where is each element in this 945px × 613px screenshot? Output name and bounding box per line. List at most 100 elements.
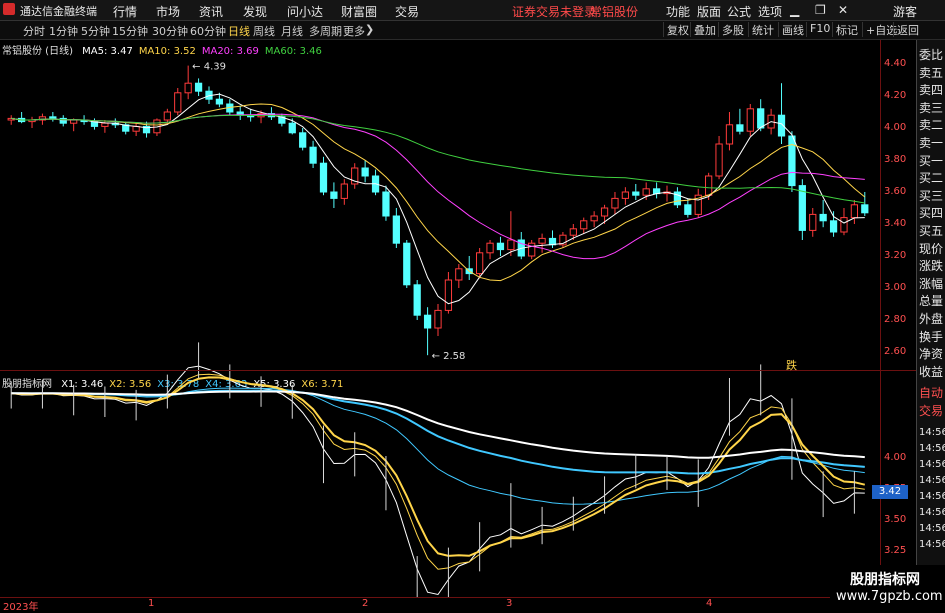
watermark-title: 股朋指标网 bbox=[850, 572, 920, 588]
candle-body-59 bbox=[621, 191, 629, 199]
price-tick-2: 4.00 bbox=[884, 122, 907, 133]
menu-right-3[interactable]: 选项 bbox=[758, 3, 782, 20]
high-label: ← 4.39 bbox=[192, 62, 226, 73]
menu-6[interactable]: 交易 bbox=[395, 3, 419, 20]
panel-13[interactable]: 涨幅 bbox=[919, 275, 943, 293]
candle-body-82 bbox=[861, 204, 869, 214]
period-tab-6[interactable]: 日线 bbox=[228, 23, 250, 39]
candle-body-46 bbox=[486, 242, 494, 254]
period-toolbar: 分时 1分钟 5分钟 15分钟 30分钟 60分钟 日线 周线 月线 多周期 更多 ❯ 复权 叠加 多股统… bbox=[0, 21, 945, 40]
price-tick-7: 3.00 bbox=[884, 282, 907, 293]
candle-body-65 bbox=[684, 204, 692, 215]
menu-4[interactable]: 问小达 bbox=[287, 3, 323, 20]
period-tab-5[interactable]: 60分钟 bbox=[190, 23, 226, 39]
toolbar-4[interactable]: 画线 bbox=[778, 22, 804, 37]
panel-bottom-0[interactable]: 自动 bbox=[919, 384, 943, 402]
panel-18[interactable]: 收益 bbox=[919, 363, 943, 381]
guest-label[interactable]: 游客 bbox=[893, 3, 917, 20]
candle-body-70 bbox=[736, 124, 744, 132]
candle-body-36 bbox=[382, 191, 390, 217]
close-icon[interactable]: ✕ bbox=[838, 3, 848, 17]
app-logo-icon bbox=[3, 3, 15, 15]
candle-body-43 bbox=[455, 268, 463, 281]
panel-5[interactable]: 卖一 bbox=[919, 134, 943, 152]
panel-2[interactable]: 卖四 bbox=[919, 81, 943, 99]
price-tick-6: 3.20 bbox=[884, 250, 907, 261]
candle-body-20 bbox=[215, 98, 224, 105]
candle-body-79 bbox=[829, 220, 838, 233]
more-chevron-icon[interactable]: ❯ bbox=[365, 23, 374, 36]
panel-4[interactable]: 卖二 bbox=[919, 116, 943, 134]
time-tick-1: 1 bbox=[148, 598, 155, 609]
toolbar-8[interactable]: 返回 bbox=[893, 22, 919, 37]
quote-side-panel: 委比 卖五 卖四 卖三 卖二 卖一 买一 买二 买三 买四 买五 现价 涨跌 涨幅 总量 外盘 换手 净资 收益自动… bbox=[916, 40, 945, 600]
restore-icon[interactable]: ❐ bbox=[815, 3, 826, 17]
time-tick-3: 3 bbox=[506, 598, 513, 609]
price-axis: 4.40 4.20 4.00 3.80 3.60 3.40 3.20 3.00 2.80 2.60… bbox=[880, 40, 917, 600]
die-marker: 跌 bbox=[786, 359, 797, 372]
period-tab-3[interactable]: 15分钟 bbox=[112, 23, 148, 39]
toolbar-6[interactable]: 标记 bbox=[832, 22, 858, 37]
candle-body-75 bbox=[788, 135, 796, 187]
candle-body-47 bbox=[496, 242, 505, 251]
period-tab-4[interactable]: 30分钟 bbox=[152, 23, 188, 39]
toolbar-0[interactable]: 复权 bbox=[663, 22, 689, 37]
panel-0[interactable]: 委比 bbox=[919, 46, 943, 64]
candle-body-30 bbox=[319, 162, 328, 193]
panel-6[interactable]: 买一 bbox=[919, 152, 943, 170]
time-tick-0: 2023年 bbox=[3, 602, 39, 613]
panel-3[interactable]: 卖三 bbox=[919, 99, 943, 117]
panel-17[interactable]: 净资 bbox=[919, 345, 943, 363]
stock-name-link[interactable]: 常铝股份 bbox=[590, 3, 638, 20]
candle-body-37 bbox=[392, 215, 400, 244]
current-indicator-tag: 3.42 bbox=[872, 485, 908, 499]
panel-15[interactable]: 外盘 bbox=[919, 310, 943, 328]
price-tick-9: 2.60 bbox=[884, 346, 907, 357]
toolbar-1[interactable]: 叠加 bbox=[690, 22, 716, 37]
panel-10[interactable]: 买五 bbox=[919, 222, 943, 240]
period-tab-8[interactable]: 月线 bbox=[281, 23, 303, 39]
watermark: 股朋指标网 www.7gpzb.com bbox=[830, 565, 945, 609]
candle-body-28 bbox=[299, 132, 307, 148]
period-tab-0[interactable]: 分时 bbox=[23, 23, 45, 39]
candle-body-80 bbox=[840, 217, 848, 233]
trade-login-status[interactable]: 证券交易未登录 bbox=[512, 3, 596, 20]
menu-5[interactable]: 财富圈 bbox=[341, 3, 377, 20]
menu-0[interactable]: 行情 bbox=[113, 3, 137, 20]
toolbar-3[interactable]: 统计 bbox=[748, 22, 774, 37]
panel-7[interactable]: 买二 bbox=[919, 169, 943, 187]
indicator-tick-2: 3.50 bbox=[884, 514, 907, 525]
indicator-tick-3: 3.25 bbox=[884, 545, 907, 556]
period-tab-10[interactable]: 更多 bbox=[343, 23, 365, 39]
time-axis: 2023年 1 2 3 4 bbox=[0, 597, 880, 613]
period-tab-7[interactable]: 周线 bbox=[253, 23, 275, 39]
menu-1[interactable]: 市场 bbox=[156, 3, 180, 20]
panel-8[interactable]: 买三 bbox=[919, 187, 943, 205]
panel-9[interactable]: 买四 bbox=[919, 204, 943, 222]
period-tab-9[interactable]: 多周期 bbox=[309, 23, 342, 39]
panel-16[interactable]: 换手 bbox=[919, 328, 943, 346]
menu-right-0[interactable]: 功能 bbox=[666, 3, 690, 20]
menu-right-2[interactable]: 公式 bbox=[727, 3, 751, 20]
panel-11[interactable]: 现价 bbox=[919, 240, 943, 258]
candle-body-31 bbox=[330, 191, 338, 199]
kline-chart[interactable]: ← 4.39 ← 2.58 bbox=[0, 40, 880, 597]
panel-1[interactable]: 卖五 bbox=[919, 64, 943, 82]
toolbar-2[interactable]: 多股 bbox=[718, 22, 744, 37]
candle-body-34 bbox=[361, 167, 369, 177]
candle-body-15 bbox=[163, 111, 171, 121]
candle-body-29 bbox=[309, 146, 317, 164]
minimize-icon[interactable]: ▁ bbox=[790, 3, 799, 17]
toolbar-7[interactable]: +自选 bbox=[862, 22, 897, 37]
indicator-tick-0: 4.00 bbox=[884, 452, 907, 463]
toolbar-5[interactable]: F10 bbox=[806, 22, 830, 37]
panel-bottom-1[interactable]: 交易 bbox=[919, 402, 943, 420]
candle-body-68 bbox=[715, 143, 723, 177]
menu-right-1[interactable]: 版面 bbox=[697, 3, 721, 20]
panel-12[interactable]: 涨跌 bbox=[919, 257, 943, 275]
menu-3[interactable]: 发现 bbox=[243, 3, 267, 20]
period-tab-1[interactable]: 1分钟 bbox=[49, 23, 78, 39]
period-tab-2[interactable]: 5分钟 bbox=[81, 23, 110, 39]
menu-2[interactable]: 资讯 bbox=[199, 3, 223, 20]
panel-14[interactable]: 总量 bbox=[919, 292, 943, 310]
